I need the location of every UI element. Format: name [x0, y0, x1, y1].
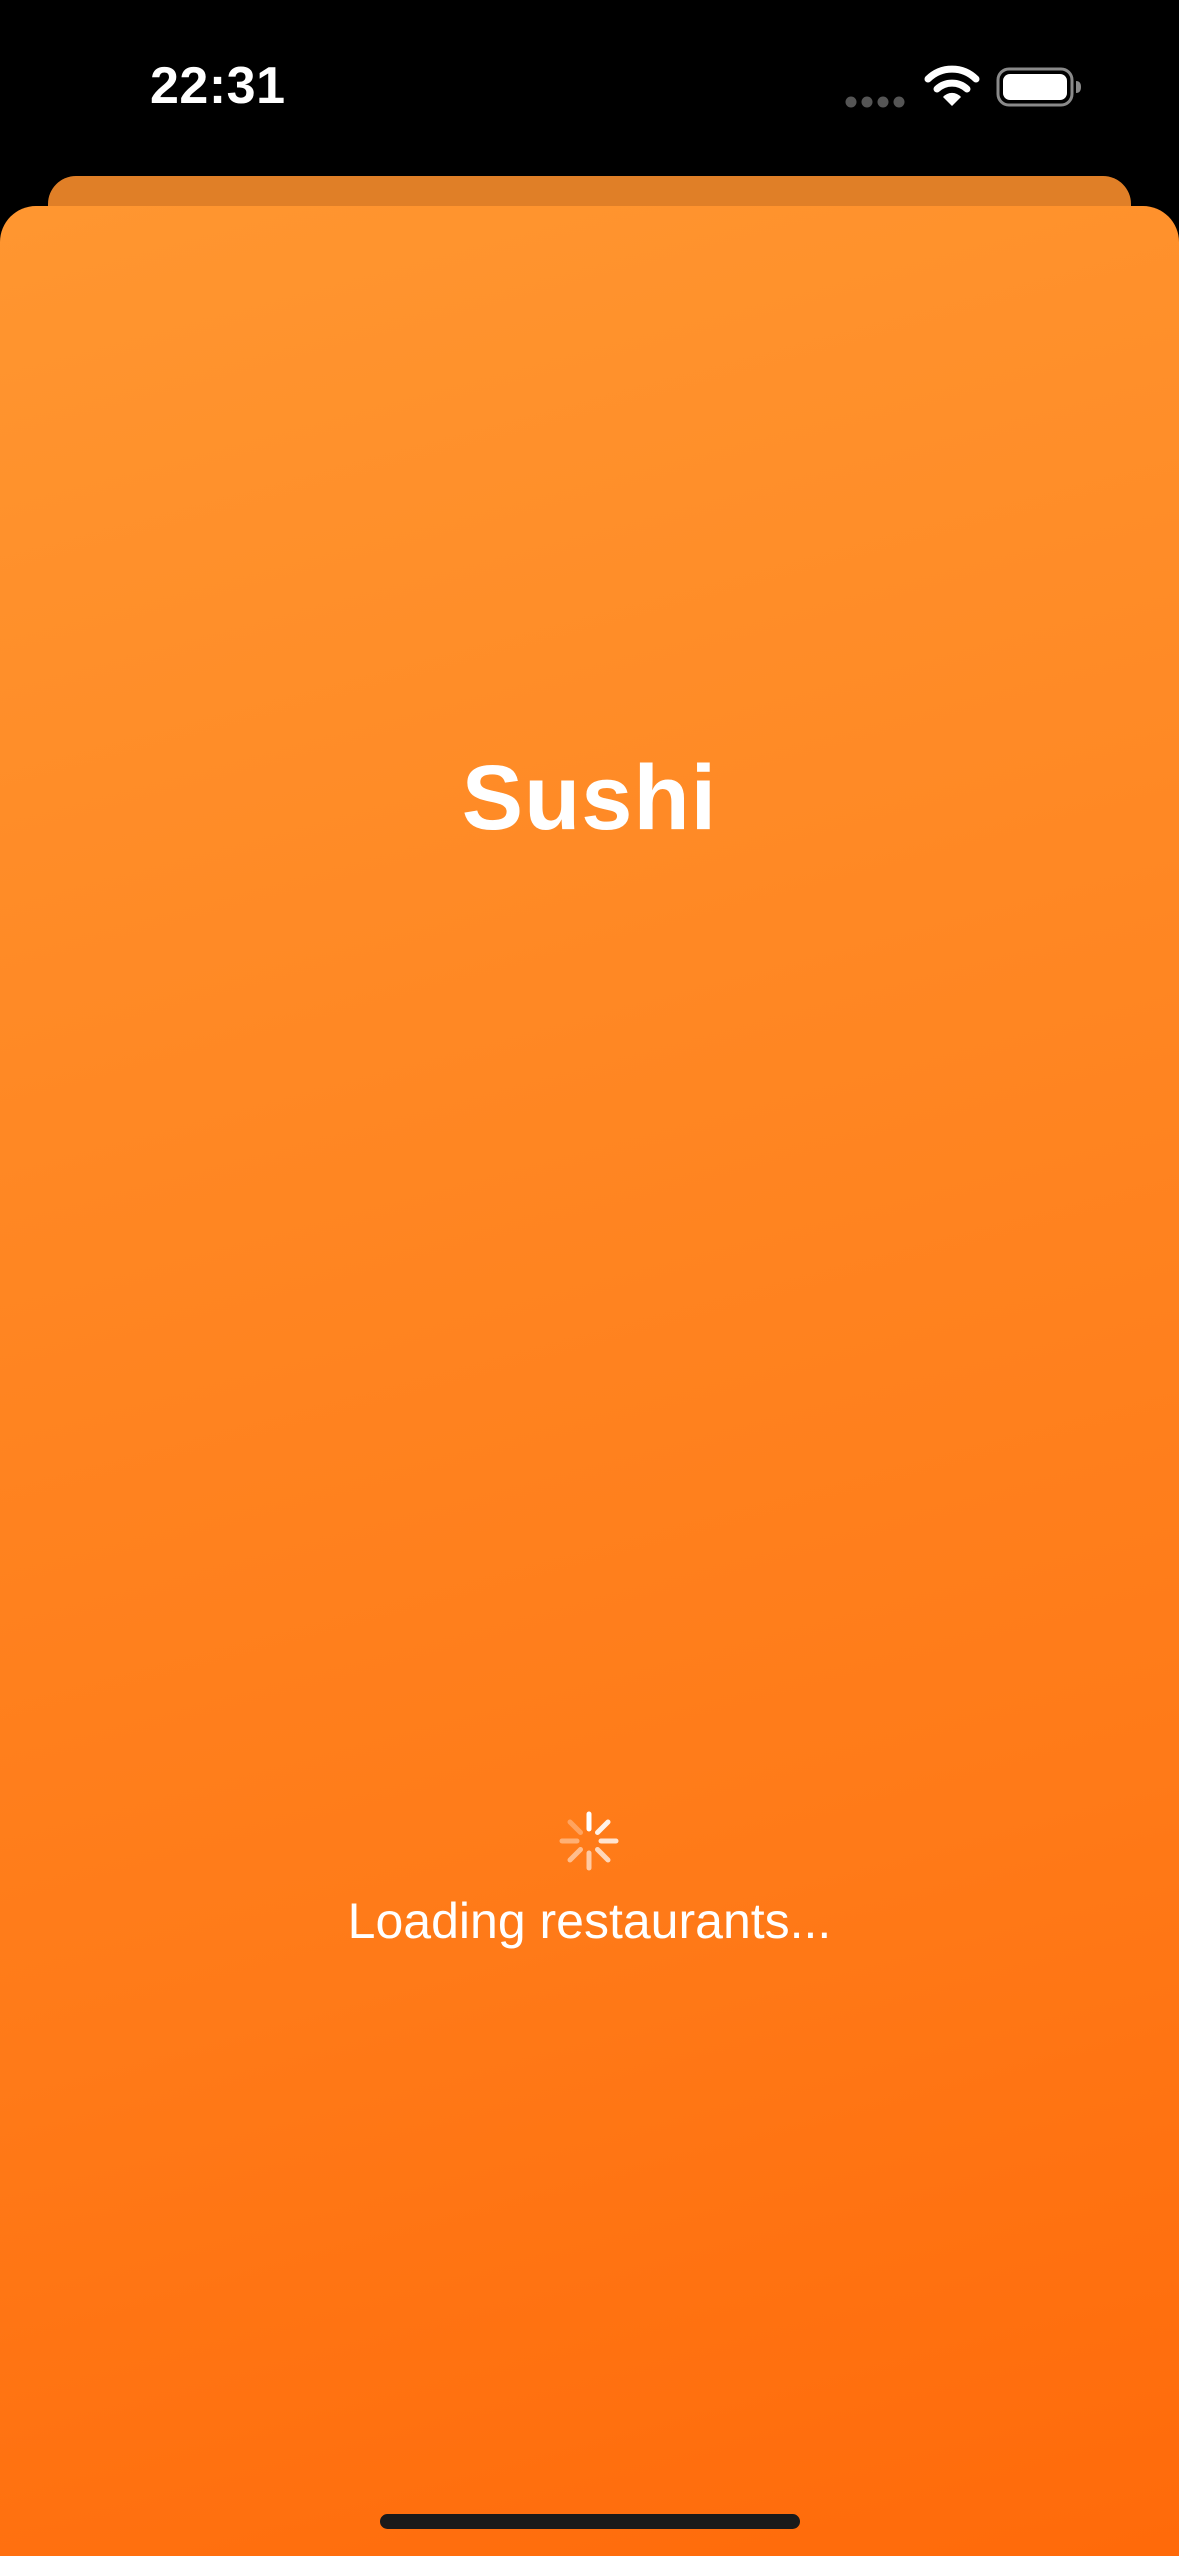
- battery-icon: [996, 67, 1081, 107]
- loading-message: Loading restaurants...: [347, 1893, 832, 1949]
- loading-screen-sheet: Sushi Loading restaurants...: [0, 206, 1179, 2556]
- app-title: Sushi: [461, 747, 718, 849]
- spinner-icon: [559, 1811, 619, 1871]
- home-indicator[interactable]: [380, 2514, 800, 2529]
- status-bar: 22:31: [0, 0, 1179, 175]
- status-time: 22:31: [150, 57, 286, 115]
- wifi-icon: [924, 65, 980, 106]
- cellular-dots-icon: [845, 96, 905, 108]
